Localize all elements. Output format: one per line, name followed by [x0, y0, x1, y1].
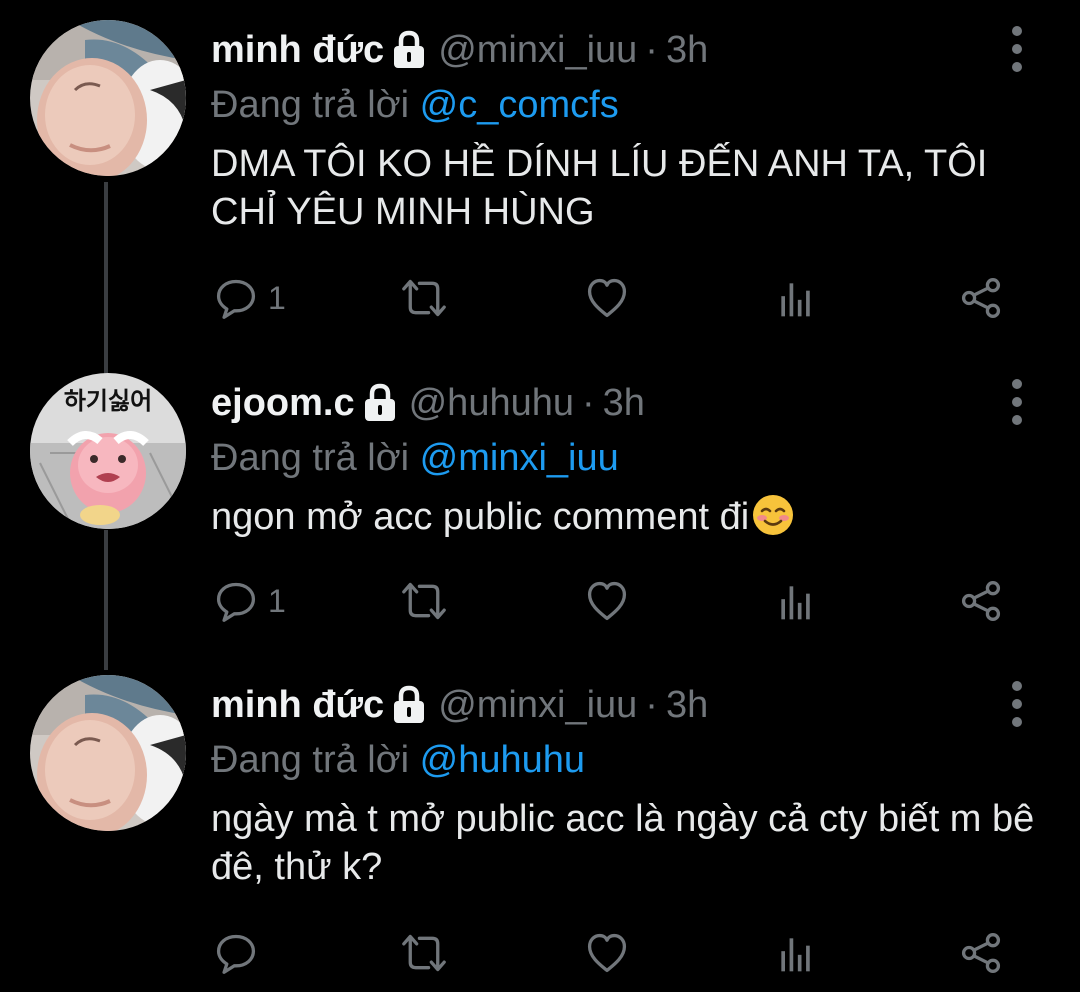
- retweet-icon: [398, 276, 450, 320]
- reply-prefix: Đang trả lời: [211, 84, 410, 126]
- avatar[interactable]: [30, 675, 186, 831]
- reply-icon: [214, 276, 258, 320]
- tweet[interactable]: minh đức @minxi_iuu · 3h Đang trả lời @c…: [0, 20, 1080, 350]
- separator-dot: ·: [582, 382, 595, 424]
- analytics-icon: [776, 579, 816, 623]
- tweet-actions: [0, 925, 1080, 981]
- retweet-icon: [398, 579, 450, 623]
- author-name[interactable]: minh đức: [211, 20, 384, 80]
- share-icon: [958, 276, 1004, 320]
- retweet-button[interactable]: [398, 270, 450, 326]
- reply-prefix: Đang trả lời: [211, 739, 410, 781]
- separator-dot: ·: [645, 684, 658, 726]
- timestamp[interactable]: 3h: [666, 20, 708, 80]
- tweet[interactable]: 하기싫어 ejoom.c @huhuhu · 3h Đang trả lời @…: [0, 373, 1080, 663]
- smiling-face-emoji-icon: [751, 493, 795, 537]
- heart-icon: [584, 579, 630, 623]
- reply-icon: [214, 579, 258, 623]
- heart-icon: [584, 931, 630, 975]
- tweet-header: minh đức @minxi_iuu · 3h: [211, 675, 708, 735]
- reply-mention[interactable]: @minxi_iuu: [420, 437, 619, 479]
- reply-mention[interactable]: @c_comcfs: [420, 84, 619, 126]
- share-icon: [958, 931, 1004, 975]
- avatar-caption: 하기싫어: [63, 387, 153, 415]
- tweet-header: ejoom.c @huhuhu · 3h: [211, 373, 645, 433]
- analytics-button[interactable]: [776, 925, 816, 981]
- author-handle[interactable]: @minxi_iuu: [438, 675, 637, 735]
- reply-button[interactable]: [214, 925, 268, 981]
- lock-icon: [392, 685, 426, 725]
- tweet-actions: 1: [0, 573, 1080, 629]
- retweet-icon: [398, 931, 450, 975]
- avatar[interactable]: [30, 20, 186, 176]
- analytics-button[interactable]: [776, 573, 816, 629]
- reply-count: 1: [268, 279, 286, 316]
- lock-icon: [392, 30, 426, 70]
- tweet-actions: 1: [0, 270, 1080, 326]
- timestamp[interactable]: 3h: [603, 373, 645, 433]
- retweet-button[interactable]: [398, 925, 450, 981]
- author-name[interactable]: ejoom.c: [211, 373, 355, 433]
- more-options-icon[interactable]: [1000, 26, 1034, 72]
- avatar[interactable]: 하기싫어: [30, 373, 186, 529]
- author-handle[interactable]: @minxi_iuu: [438, 20, 637, 80]
- timestamp[interactable]: 3h: [666, 675, 708, 735]
- more-options-icon[interactable]: [1000, 379, 1034, 425]
- share-button[interactable]: [958, 573, 1004, 629]
- tweet-text: DMA TÔI KO HỀ DÍNH LÍU ĐẾN ANH TA, TÔI C…: [211, 143, 988, 233]
- analytics-icon: [776, 931, 816, 975]
- more-options-icon[interactable]: [1000, 681, 1034, 727]
- reply-button[interactable]: 1: [214, 573, 286, 629]
- reply-mention[interactable]: @huhuhu: [420, 739, 585, 781]
- share-button[interactable]: [958, 270, 1004, 326]
- reply-context: Đang trả lời @c_comcfs: [211, 80, 619, 130]
- retweet-button[interactable]: [398, 573, 450, 629]
- reply-prefix: Đang trả lời: [211, 437, 410, 479]
- like-button[interactable]: [584, 573, 630, 629]
- reply-count: 1: [268, 582, 286, 619]
- reply-icon: [214, 931, 258, 975]
- author-name[interactable]: minh đức: [211, 675, 384, 735]
- heart-icon: [584, 276, 630, 320]
- author-handle[interactable]: @huhuhu: [409, 373, 574, 433]
- analytics-button[interactable]: [776, 270, 816, 326]
- tweet-text-container: ngon mở acc public comment đi: [211, 493, 1041, 541]
- lock-icon: [363, 383, 397, 423]
- share-icon: [958, 579, 1004, 623]
- reply-context: Đang trả lời @minxi_iuu: [211, 433, 619, 483]
- share-button[interactable]: [958, 925, 1004, 981]
- like-button[interactable]: [584, 925, 630, 981]
- analytics-icon: [776, 276, 816, 320]
- separator-dot: ·: [645, 29, 658, 71]
- tweet-header: minh đức @minxi_iuu · 3h: [211, 20, 708, 80]
- tweet-text: ngon mở acc public comment đi: [211, 496, 750, 538]
- reply-context: Đang trả lời @huhuhu: [211, 735, 585, 785]
- reply-button[interactable]: 1: [214, 270, 286, 326]
- like-button[interactable]: [584, 270, 630, 326]
- tweet-text: ngày mà t mở public acc là ngày cả cty b…: [211, 798, 1035, 888]
- tweet[interactable]: minh đức @minxi_iuu · 3h Đang trả lời @h…: [0, 675, 1080, 992]
